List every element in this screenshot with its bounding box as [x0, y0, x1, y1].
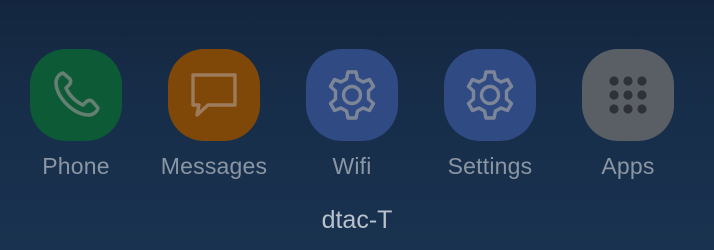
apps-drawer-label: Apps	[601, 153, 655, 179]
phone-icon	[54, 71, 100, 117]
wifi-app[interactable]: Wifi	[283, 44, 421, 194]
apps-drawer-icon-tile[interactable]	[582, 49, 674, 141]
app-dock: Phone Messages Wifi Settings Apps	[0, 44, 714, 194]
settings-app-icon-tile[interactable]	[444, 49, 536, 141]
settings-app[interactable]: Settings	[421, 44, 559, 194]
phone-app-label: Phone	[42, 153, 110, 179]
gear-icon	[328, 70, 376, 120]
message-bubble-icon	[191, 73, 237, 117]
phone-app-icon-tile[interactable]	[30, 49, 122, 141]
wifi-app-label: Wifi	[332, 153, 372, 179]
carrier-name: dtac-T	[321, 206, 393, 234]
app-grid-icon	[609, 76, 647, 114]
settings-app-label: Settings	[447, 153, 533, 179]
messages-app-icon-tile[interactable]	[168, 49, 260, 141]
messages-app[interactable]: Messages	[145, 44, 283, 194]
gear-icon	[466, 70, 514, 120]
phone-app[interactable]: Phone	[7, 44, 145, 194]
messages-app-label: Messages	[160, 153, 268, 179]
wifi-app-icon-tile[interactable]	[306, 49, 398, 141]
apps-drawer[interactable]: Apps	[559, 44, 697, 194]
